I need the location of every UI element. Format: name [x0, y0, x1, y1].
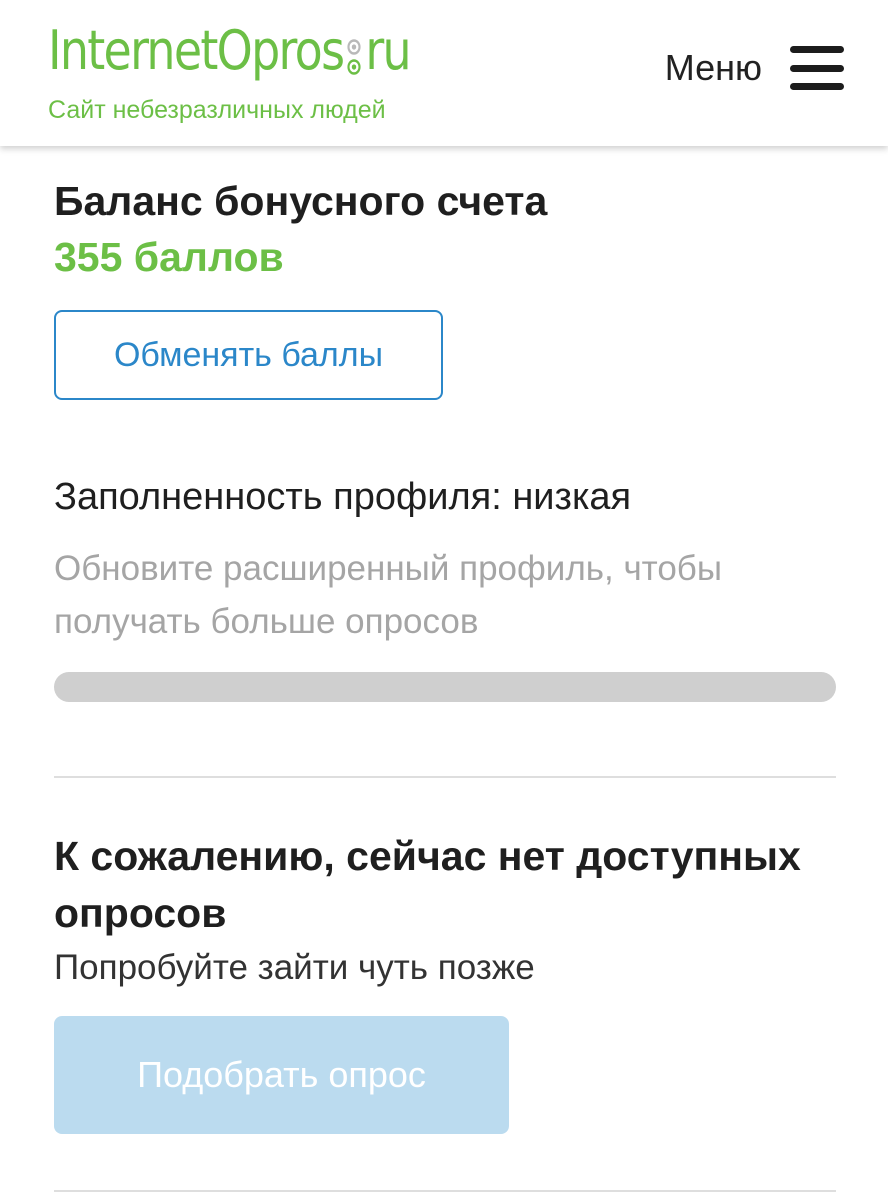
- profile-progress-bar: [54, 672, 836, 702]
- menu-button[interactable]: Меню: [665, 46, 844, 90]
- divider: [54, 1190, 836, 1192]
- no-surveys-title: К сожалению, сейчас нет доступных опросо…: [54, 833, 801, 936]
- profile-completeness-title: Заполненность профиля: низкая: [54, 476, 632, 518]
- divider: [54, 776, 836, 778]
- hamburger-icon[interactable]: [790, 46, 844, 90]
- site-logo[interactable]: InternetOpros ru: [48, 18, 412, 84]
- pick-survey-button[interactable]: Подобрать опрос: [54, 1016, 509, 1134]
- balance-title: Баланс бонусного счета: [54, 178, 548, 224]
- site-tagline: Сайт небезразличных людей: [48, 96, 386, 124]
- logo-dots-icon: [347, 39, 361, 75]
- logo-text-domain: ru: [365, 19, 411, 82]
- logo-text-main: InternetOpros: [48, 19, 345, 82]
- site-header: InternetOpros ru Сайт небезразличных люд…: [0, 0, 888, 146]
- menu-label: Меню: [664, 47, 762, 88]
- no-surveys-subtitle: Попробуйте зайти чуть позже: [54, 948, 535, 987]
- exchange-points-button[interactable]: Обменять баллы: [54, 310, 443, 400]
- profile-update-hint: Обновите расширенный профиль, чтобы полу…: [54, 549, 722, 641]
- balance-value: 355 баллов: [54, 234, 284, 280]
